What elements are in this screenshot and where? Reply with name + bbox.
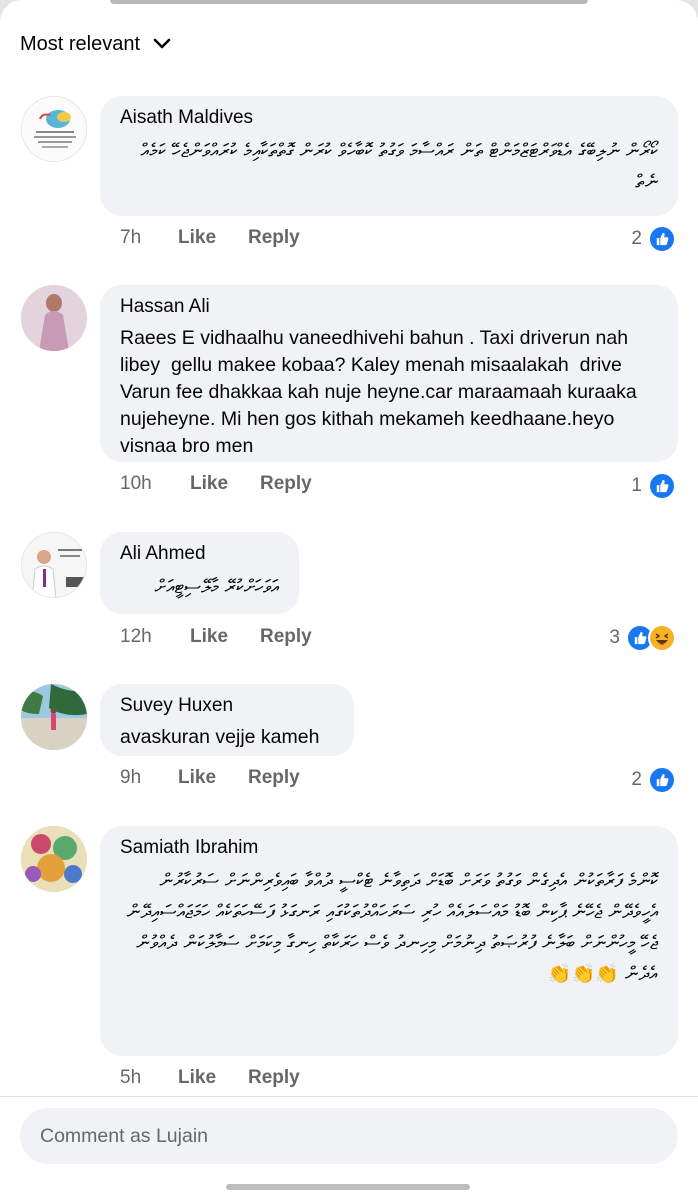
avatar[interactable] xyxy=(21,96,87,162)
thumbs-up-icon xyxy=(648,472,676,500)
avatar-photo-icon xyxy=(22,533,86,597)
comment-author[interactable]: Hassan Ali xyxy=(120,296,658,318)
like-button[interactable]: Like xyxy=(178,227,248,249)
comment-actions: 10h Like Reply xyxy=(120,473,312,495)
comment-author[interactable]: Aisath Maldives xyxy=(120,107,658,129)
avatar-logo-icon xyxy=(23,98,86,161)
reaction-summary[interactable]: 2 xyxy=(631,225,676,253)
reaction-count: 3 xyxy=(609,627,620,648)
reply-button[interactable]: Reply xyxy=(248,227,300,249)
comment-input-placeholder: Comment as Lujain xyxy=(40,1124,208,1147)
comment-actions: 7h Like Reply xyxy=(120,227,300,249)
comment-actions: 5h Like Reply xyxy=(120,1067,300,1089)
image-strip xyxy=(110,0,588,4)
reply-button[interactable]: Reply xyxy=(260,473,312,495)
avatar-photo-icon xyxy=(21,684,87,750)
thumbs-up-icon xyxy=(648,225,676,253)
reaction-count: 2 xyxy=(631,769,642,790)
reply-button[interactable]: Reply xyxy=(248,1067,300,1089)
comment-time: 12h xyxy=(120,626,152,647)
comment-author[interactable]: Ali Ahmed xyxy=(120,543,279,565)
comment-author[interactable]: Suvey Huxen xyxy=(120,695,334,717)
comment-bubble: Samiath Ibrahim ކޮންމެ ފަރާތަކުން އެދިގެ… xyxy=(100,826,678,1056)
thumbs-up-icon xyxy=(648,766,676,794)
comment-actions: 9h Like Reply xyxy=(120,767,300,789)
comment-time: 7h xyxy=(120,227,142,248)
comment-time: 5h xyxy=(120,1067,142,1088)
like-button[interactable]: Like xyxy=(178,767,248,789)
comment-input[interactable]: Comment as Lujain xyxy=(20,1108,678,1164)
reaction-summary[interactable]: 2 xyxy=(631,766,676,794)
comment-time: 10h xyxy=(120,473,152,494)
sort-label: Most relevant xyxy=(20,32,141,55)
home-indicator[interactable] xyxy=(226,1184,470,1190)
comment-text: ކޮންމެ ފަރާތަކުން އެދިގެން ވަގުތު ވަރަށް… xyxy=(120,870,658,985)
like-button[interactable]: Like xyxy=(190,473,260,495)
comment-text: ކޯރޯން ނުލިބޭގެ އެޑްވަރްޓަޒްމަންޓް ތަން … xyxy=(134,140,658,193)
avatar[interactable] xyxy=(21,285,87,351)
comment-bubble: Aisath Maldives ކޯރޯން ނުލިބޭގެ އެޑްވަރް… xyxy=(100,96,678,216)
avatar[interactable] xyxy=(21,684,87,750)
reply-button[interactable]: Reply xyxy=(260,626,312,648)
chevron-down-icon xyxy=(153,38,171,49)
like-button[interactable]: Like xyxy=(190,626,260,648)
comment-author[interactable]: Samiath Ibrahim xyxy=(120,837,658,859)
comment-text: އަވަހަށްކުރޭ މާލޭސިޓީއަށް xyxy=(154,576,279,598)
comment-actions: 12h Like Reply xyxy=(120,626,312,648)
divider xyxy=(0,1096,698,1097)
comment-text: Raees E vidhaalhu vaneedhivehi bahun . T… xyxy=(120,327,643,457)
reaction-count: 1 xyxy=(631,475,642,496)
avatar-photo-icon xyxy=(21,285,87,351)
reaction-summary[interactable]: 1 xyxy=(631,472,676,500)
reaction-count: 2 xyxy=(631,228,642,249)
comment-bubble: Ali Ahmed އަވަހަށްކުރޭ މާލޭސިޓީއަށް xyxy=(100,532,299,614)
comment-bubble: Hassan Ali Raees E vidhaalhu vaneedhiveh… xyxy=(100,285,678,462)
comment-bubble: Suvey Huxen avaskuran vejje kameh xyxy=(100,684,354,756)
avatar-photo-icon xyxy=(21,826,87,892)
comment-time: 9h xyxy=(120,767,142,788)
avatar[interactable] xyxy=(21,826,87,892)
reply-button[interactable]: Reply xyxy=(248,767,300,789)
sort-selector[interactable]: Most relevant xyxy=(20,32,174,56)
reaction-summary[interactable]: 3 xyxy=(609,624,676,652)
comment-text: avaskuran vejje kameh xyxy=(120,726,320,748)
avatar[interactable] xyxy=(21,532,87,598)
haha-icon xyxy=(648,624,676,652)
comments-sheet: Most relevant Aisath Maldives ކޯރޯން ނުލ… xyxy=(0,0,698,1200)
like-button[interactable]: Like xyxy=(178,1067,248,1089)
